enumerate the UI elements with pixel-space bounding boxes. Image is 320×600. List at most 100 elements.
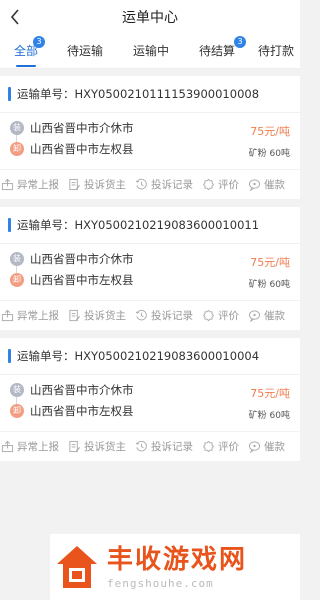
waybill-header: 运输单号：HXY0500210219083600010004 [0, 338, 300, 375]
rate-button[interactable]: 评价 [202, 308, 239, 323]
destination-city: 山西省晋中市左权县 [30, 404, 134, 418]
complaint-history-button[interactable]: 投诉记录 [135, 177, 193, 192]
complaint-document-icon [69, 309, 81, 322]
rating-badge-icon [202, 440, 215, 453]
tab-in-transit[interactable]: 运输中 [118, 34, 184, 68]
action-label: 异常上报 [17, 441, 59, 453]
complaint-document-icon [69, 440, 81, 453]
rating-badge-icon [202, 309, 215, 322]
tab-label: 待运输 [66, 44, 103, 58]
unload-tag: 卸 [10, 273, 24, 287]
waybill-number: 运输单号：HXY0500210219083600010004 [17, 349, 260, 363]
app-header: 运单中心 [0, 0, 300, 34]
complain-shipper-button[interactable]: 投诉货主 [68, 308, 126, 323]
history-clock-icon [135, 178, 147, 190]
history-clock-icon [135, 440, 147, 452]
report-exception-button[interactable]: 异常上报 [1, 177, 59, 192]
waybill-header: 运输单号：HXY0500210111153900010008 [0, 76, 300, 113]
tab-all[interactable]: 全部 3 [0, 34, 52, 68]
action-label: 催款 [264, 310, 285, 322]
active-tab-indicator [16, 65, 36, 67]
waybill-list: 运输单号：HXY0500210111153900010008 装 山西省晋中市介… [0, 69, 300, 461]
rate-button[interactable]: 评价 [202, 439, 239, 454]
complaint-history-button[interactable]: 投诉记录 [135, 439, 193, 454]
unload-tag: 卸 [10, 404, 24, 418]
request-payment-button[interactable]: 催款 [248, 308, 285, 323]
waybill-header: 运输单号：HXY0500210219083600010011 [0, 207, 300, 244]
action-label: 催款 [264, 179, 285, 191]
waybill-card[interactable]: 运输单号：HXY0500210219083600010011 装 山西省晋中市介… [0, 207, 300, 330]
action-label: 催款 [264, 441, 285, 453]
report-upload-icon [1, 309, 14, 322]
freight-price: 75元/吨 [250, 387, 290, 400]
route-info: 装 山西省晋中市介休市 卸 山西省晋中市左权县 75元/吨 矿粉 60吨 [0, 113, 300, 169]
action-label: 投诉记录 [151, 310, 193, 322]
load-tag: 装 [10, 252, 24, 266]
unloading-point: 卸 山西省晋中市左权县 [10, 272, 134, 288]
tab-pending-payment[interactable]: 待打款 [250, 34, 300, 68]
request-payment-button[interactable]: 催款 [248, 177, 285, 192]
report-exception-button[interactable]: 异常上报 [1, 439, 59, 454]
house-logo-icon [57, 546, 97, 588]
payment-chat-icon [248, 441, 261, 453]
complaint-history-button[interactable]: 投诉记录 [135, 308, 193, 323]
action-label: 异常上报 [17, 179, 59, 191]
payment-chat-icon [248, 310, 261, 322]
waybill-number: 运输单号：HXY0500210219083600010011 [17, 218, 260, 232]
waybill-card[interactable]: 运输单号：HXY0500210111153900010008 装 山西省晋中市介… [0, 76, 300, 199]
request-payment-button[interactable]: 催款 [248, 439, 285, 454]
title-accent-bar [8, 87, 11, 101]
unload-tag: 卸 [10, 142, 24, 156]
load-tag: 装 [10, 121, 24, 135]
page-title: 运单中心 [122, 10, 178, 26]
unloading-point: 卸 山西省晋中市左权县 [10, 141, 134, 157]
cargo-info: 矿粉 60吨 [248, 411, 290, 421]
action-label: 投诉记录 [151, 441, 193, 453]
cargo-info: 矿粉 60吨 [248, 280, 290, 290]
status-tabs: 全部 3 待运输 运输中 待结算 3 待打款 [0, 34, 300, 69]
route-info: 装 山西省晋中市介休市 卸 山西省晋中市左权县 75元/吨 矿粉 60吨 [0, 375, 300, 431]
report-upload-icon [1, 178, 14, 191]
count-badge: 3 [234, 36, 246, 48]
loading-point: 装 山西省晋中市介休市 [10, 251, 134, 267]
action-label: 评价 [218, 441, 239, 453]
tab-label: 待打款 [258, 44, 295, 58]
unloading-point: 卸 山西省晋中市左权县 [10, 403, 134, 419]
rating-badge-icon [202, 178, 215, 191]
rate-button[interactable]: 评价 [202, 177, 239, 192]
report-upload-icon [1, 440, 14, 453]
tab-pending-transport[interactable]: 待运输 [52, 34, 118, 68]
action-label: 投诉货主 [84, 310, 126, 322]
action-label: 投诉货主 [84, 441, 126, 453]
cargo-info: 矿粉 60吨 [248, 149, 290, 159]
tab-label: 运输中 [132, 44, 169, 58]
payment-chat-icon [248, 179, 261, 191]
back-arrow-icon[interactable] [6, 7, 26, 27]
watermark-domain: fengshouhe.com [107, 576, 214, 590]
waybill-card[interactable]: 运输单号：HXY0500210219083600010004 装 山西省晋中市介… [0, 338, 300, 461]
count-badge: 3 [33, 36, 45, 48]
history-clock-icon [135, 309, 147, 321]
action-label: 投诉记录 [151, 179, 193, 191]
title-accent-bar [8, 218, 11, 232]
complain-shipper-button[interactable]: 投诉货主 [68, 439, 126, 454]
origin-city: 山西省晋中市介休市 [30, 252, 134, 266]
waybill-number: 运输单号：HXY0500210111153900010008 [17, 87, 260, 101]
tab-pending-settlement[interactable]: 待结算 3 [184, 34, 250, 68]
freight-price: 75元/吨 [250, 125, 290, 138]
complaint-document-icon [69, 178, 81, 191]
complain-shipper-button[interactable]: 投诉货主 [68, 177, 126, 192]
origin-city: 山西省晋中市介休市 [30, 121, 134, 135]
tab-label: 待结算 [198, 44, 235, 58]
action-label: 投诉货主 [84, 179, 126, 191]
title-accent-bar [8, 349, 11, 363]
card-actions: 异常上报 投诉货主 投诉记录 评价 催款 [0, 169, 300, 199]
report-exception-button[interactable]: 异常上报 [1, 308, 59, 323]
route-info: 装 山西省晋中市介休市 卸 山西省晋中市左权县 75元/吨 矿粉 60吨 [0, 244, 300, 300]
destination-city: 山西省晋中市左权县 [30, 142, 134, 156]
loading-point: 装 山西省晋中市介休市 [10, 382, 134, 398]
action-label: 异常上报 [17, 310, 59, 322]
destination-city: 山西省晋中市左权县 [30, 273, 134, 287]
action-label: 评价 [218, 179, 239, 191]
freight-price: 75元/吨 [250, 256, 290, 269]
